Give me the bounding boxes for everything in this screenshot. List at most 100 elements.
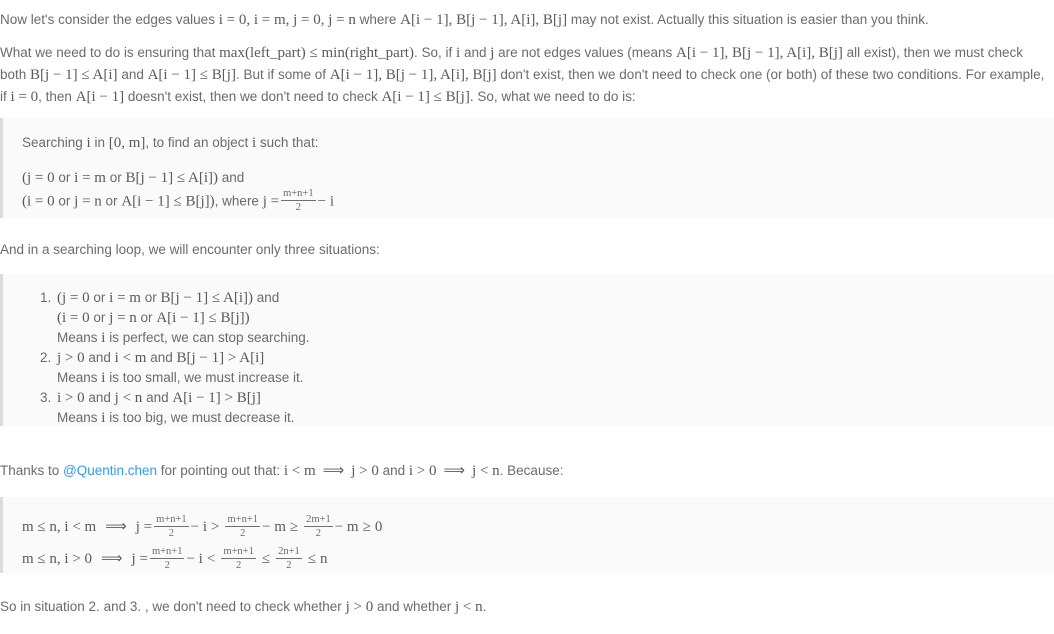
bq3-l2-minus-i: − i: [186, 551, 203, 567]
bq3-l1-f3-den: 2: [304, 525, 333, 539]
p4-text-3: and: [378, 463, 409, 478]
s1-a-math-1: j = 0: [62, 290, 90, 306]
bq1-l3-math-2: j = n: [74, 193, 102, 210]
bq3-l2-n: n: [319, 551, 328, 567]
bq3-l1-ge-1: ≥: [289, 519, 299, 535]
bq1-l3-math-1: i = 0: [27, 193, 55, 210]
bq1-l3-j-equals: j =: [262, 193, 280, 210]
bq3-l2-le-2: ≤: [307, 551, 316, 567]
p2-text-3: and: [460, 45, 491, 60]
s1-a-or-2: or: [140, 290, 161, 305]
s3-and-2: and: [142, 390, 173, 405]
bq1-l3-or-1: or: [54, 193, 75, 209]
bq1-l2-or-1: or: [54, 170, 75, 185]
bq3-l2-le-1: ≤: [261, 551, 271, 567]
bq3-l2-fraction-3: 2n+1 2: [276, 546, 302, 572]
p5-math-1: j > 0: [345, 599, 374, 615]
s3-math-2: j < n: [114, 390, 143, 406]
user-profile-link[interactable]: @Quentin.chen: [63, 463, 157, 478]
bq3-l1-minus-m-2: − m: [334, 519, 359, 535]
p2-text-10: doesn't exist, then we don't need to che…: [124, 89, 382, 104]
p4-math-3: i > 0: [408, 463, 437, 479]
blockquote-inequality-proof: m ≤ n, i < m ⟹ j = m+n+1 2− i > m+n+1 2− m ≥2m+1…: [0, 497, 1054, 573]
s1-b-close: ): [244, 310, 250, 326]
s2-math-1: j > 0: [57, 350, 85, 366]
p5-text-1: So in situation 2. and 3. , we don't nee…: [0, 599, 346, 614]
s1-a-math-3: B[j − 1] ≤ A[i]: [160, 290, 248, 306]
p4-text-4: . Because:: [499, 463, 564, 478]
blockquote-three-situations: (j = 0 or i = m or B[j − 1] ≤ A[i]) and …: [0, 274, 1054, 426]
p4-implies-1-icon: ⟹: [322, 463, 345, 479]
bq1-l2-math-1: j = 0: [27, 170, 55, 186]
bq3-l1-implies-icon: ⟹: [105, 519, 127, 535]
p1-text-3: may not exist. Actually this situation i…: [567, 12, 929, 27]
bq1-l3-math-3: A[i − 1] ≤ B[j]: [121, 193, 210, 210]
list-item: (j = 0 or i = m or B[j − 1] ≤ A[i]) and …: [55, 288, 1054, 348]
bq3-l2-f2-num: m+n+1: [223, 545, 254, 557]
p4-implies-2-icon: ⟹: [443, 463, 466, 479]
bq3-l2-fraction-2: m+n+1 2: [221, 546, 256, 572]
s3-means-post: is too big, we must decrease it.: [105, 410, 295, 425]
s1-b-or-2: or: [136, 310, 157, 325]
s2-means-post: is too small, we must increase it.: [105, 370, 304, 385]
bq1-l2-math-3: B[j − 1] ≤ A[i]: [125, 170, 213, 186]
proof-line-2: m ≤ n, i > 0 ⟹ j = m+n+1 2− i < m+n+1 2 ≤2n+1 2 ≤ n: [22, 543, 1054, 575]
s3-math-1: i > 0: [57, 390, 85, 406]
s1-means-pre: Means: [57, 330, 102, 345]
situation-2-condition: j > 0 and i < m and B[j − 1] > A[i]: [57, 348, 1054, 368]
p2-math-9: A[i − 1]: [75, 89, 125, 105]
bq3-l1-fraction-3: 2m+1 2: [304, 514, 333, 540]
p2-text-2: . So, if: [413, 45, 457, 60]
p2-text-1: What we need to do is ensuring that: [0, 45, 220, 60]
p1-math-1: i = 0, i = m, j = 0, j = n: [218, 12, 356, 28]
s1-means-post: is perfect, we can stop searching.: [105, 330, 310, 345]
s1-a-or-1: or: [89, 290, 110, 305]
situation-1-line-a: (j = 0 or i = m or B[j − 1] ≤ A[i]) and: [57, 288, 1054, 308]
bq1-l2-or-2: or: [105, 170, 126, 185]
bq3-l2-j-eq: j =: [131, 551, 148, 567]
s2-means-pre: Means: [57, 370, 102, 385]
p2-text-7: . But if some of: [235, 67, 330, 82]
situation-2-means: Means i is too small, we must increase i…: [57, 368, 1054, 388]
p3-text: And in a searching loop, we will encount…: [0, 242, 380, 257]
p2-text-9: , then: [38, 89, 76, 104]
p4-math-1: i < m: [283, 463, 316, 479]
bq3-l1-f2-num: m+n+1: [227, 513, 258, 525]
p2-math-6: A[i − 1] ≤ B[j]: [147, 67, 236, 83]
s1-b-math-1: i = 0: [62, 310, 90, 326]
s2-and-2: and: [146, 350, 177, 365]
bq3-l2-f2-den: 2: [221, 557, 256, 571]
bq3-l2-f1-num: m+n+1: [151, 545, 183, 557]
p5-math-2: j < n: [455, 599, 483, 615]
bq3-l1-lead: m ≤ n, i < m: [22, 519, 97, 535]
bq3-l1-zero: 0: [374, 519, 383, 535]
bq3-l1-minus-m-1: − m: [262, 519, 286, 535]
bq3-l2-fraction-1: m+n+1 2: [149, 545, 185, 572]
s3-and-1: and: [84, 390, 115, 405]
bq3-l2-lt: <: [206, 551, 216, 567]
list-item: j > 0 and i < m and B[j − 1] > A[i] Mean…: [55, 348, 1054, 388]
paragraph-edge-values: Now let's consider the edges values i = …: [0, 9, 1054, 31]
bq3-l1-f3-num: 2m+1: [306, 513, 331, 525]
situation-1-line-b: (i = 0 or j = n or A[i − 1] ≤ B[j]): [57, 308, 1054, 328]
bq1-condition-line-2: (i = 0 or j = n or A[i − 1] ≤ B[j]), whe…: [22, 188, 1054, 215]
bq1-text-3: , to find an object: [145, 135, 252, 150]
bq1-text-4: such that:: [256, 135, 319, 150]
p2-math-1: max(left_part) ≤ min(right_part): [219, 45, 414, 61]
p4-math-4: j < n: [472, 463, 500, 479]
p5-text-2: and whether: [373, 599, 456, 614]
bq1-fraction: m+n+1 2: [281, 188, 316, 214]
bq1-fraction-numerator: m+n+1: [283, 188, 314, 199]
bq3-l2-f3-den: 2: [276, 557, 302, 571]
p2-math-4: A[i − 1], B[j − 1], A[i], B[j]: [676, 45, 843, 61]
bq3-l2-lead: m ≤ n, i > 0: [22, 551, 93, 567]
p4-text-1: Thanks to: [0, 463, 64, 478]
bq3-l1-fraction-2: m+n+1 2: [225, 514, 260, 540]
p2-math-10: A[i − 1] ≤ B[j]: [381, 89, 470, 105]
blockquote-search-definition: Searching i in [0, m], to find an object…: [0, 118, 1054, 218]
bq3-l1-j-eq: j =: [135, 519, 153, 535]
bq3-l2-f3-num: 2n+1: [278, 545, 300, 557]
bq1-l3-or-2: or: [101, 193, 122, 209]
bq3-l1-gt: >: [211, 519, 220, 535]
bq1-l3-tail: , where: [214, 193, 263, 209]
